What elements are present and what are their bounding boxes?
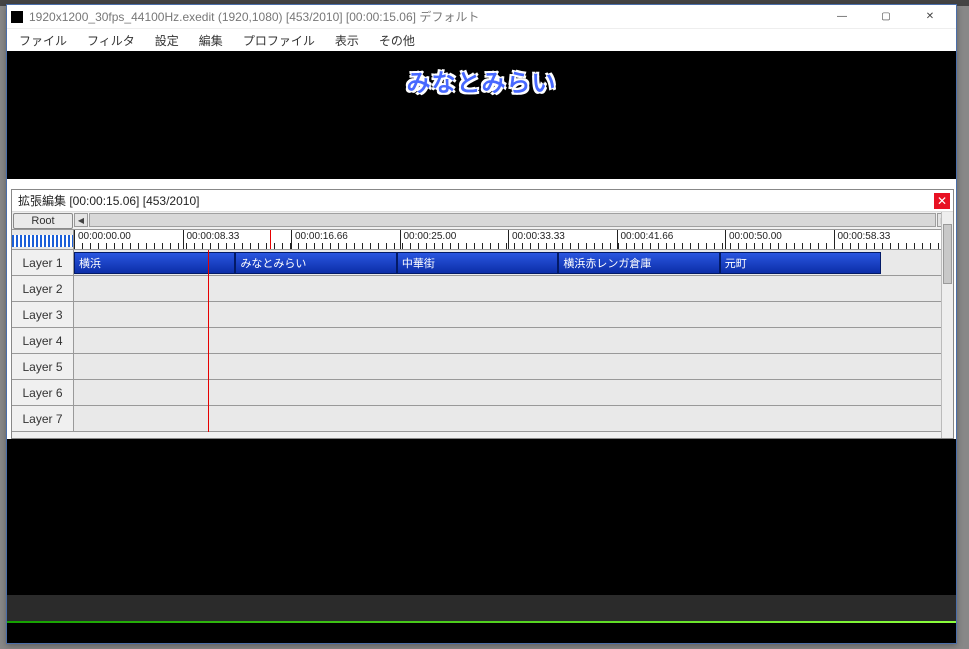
layer-row: Layer 6 [12,380,953,406]
timescale-row: 00:00:00.00 00:00:08.33 00:00:16.66 00:00:2… [12,230,953,250]
menu-file[interactable]: ファイル [11,30,75,51]
layer-row: Layer 4 [12,328,953,354]
timeline-clip[interactable]: 横浜赤レンガ倉庫 [558,252,719,274]
minimize-button[interactable]: ― [820,6,864,28]
playhead[interactable] [270,230,271,249]
status-bar [7,595,956,621]
layer-label[interactable]: Layer 3 [12,302,74,327]
timeline-title: 拡張編集 [00:00:15.06] [453/2010] [18,192,199,209]
layer-label[interactable]: Layer 7 [12,406,74,431]
timeline-clip[interactable]: 中華街 [397,252,558,274]
time-ruler[interactable]: 00:00:00.00 00:00:08.33 00:00:16.66 00:00:2… [74,230,953,249]
layer-row: Layer 5 [12,354,953,380]
menu-profile[interactable]: プロファイル [235,30,323,51]
ruler-label: 00:00:33.33 [512,231,565,242]
layer-track[interactable] [74,406,953,431]
layer-row: Layer 3 [12,302,953,328]
menubar: ファイル フィルタ 設定 編集 プロファイル 表示 その他 [7,29,956,51]
app-icon [11,11,23,23]
layer-track[interactable] [74,276,953,301]
ruler-label: 00:00:00.00 [78,231,131,242]
layer-row: Layer 2 [12,276,953,302]
root-button[interactable]: Root [13,213,73,229]
maximize-button[interactable]: ▢ [864,6,908,28]
close-icon: ✕ [937,195,947,207]
scale-stripes-icon [12,235,73,247]
titlebar[interactable]: 1920x1200_30fps_44100Hz.exedit (1920,108… [7,5,956,29]
layer-label[interactable]: Layer 1 [12,250,74,275]
ruler-label: 00:00:50.00 [729,231,782,242]
hscroll-left-arrow[interactable]: ◀ [74,213,88,227]
layer-track[interactable] [74,328,953,353]
menu-edit[interactable]: 編集 [191,30,231,51]
preview-overlay-text: みなとみらい [407,63,557,98]
ruler-label: 00:00:08.33 [187,231,240,242]
vscroll-thumb[interactable] [943,224,952,284]
track-area: Layer 1横浜みなとみらい中華街横浜赤レンガ倉庫元町Layer 2Layer… [12,250,953,432]
preview-lower-black [7,439,956,643]
timeline-panel: 拡張編集 [00:00:15.06] [453/2010] ✕ Root ◀ ▶ [11,189,954,439]
timeline-close-button[interactable]: ✕ [934,193,950,209]
menu-settings[interactable]: 設定 [147,30,187,51]
video-preview[interactable]: みなとみらい [7,51,956,179]
layer-label[interactable]: Layer 5 [12,354,74,379]
timeline-clip[interactable]: 横浜 [74,252,235,274]
timeline-header[interactable]: 拡張編集 [00:00:15.06] [453/2010] ✕ [12,190,953,212]
minimize-icon: ― [837,11,847,22]
close-icon: ✕ [926,11,934,22]
layer-track[interactable]: 横浜みなとみらい中華街横浜赤レンガ倉庫元町 [74,250,953,275]
layer-track[interactable] [74,354,953,379]
scale-indicator[interactable] [12,230,74,249]
layer-track[interactable] [74,302,953,327]
timeline-body: Root ◀ ▶ 00:00:00.00 00:00:08.33 00:00:16.… [12,212,953,438]
layer-row: Layer 7 [12,406,953,432]
timeline-vscroll[interactable] [941,212,953,438]
ruler-minor-ticks [74,243,952,249]
ruler-label: 00:00:41.66 [621,231,674,242]
root-row: Root ◀ ▶ [12,212,953,230]
layer-row: Layer 1横浜みなとみらい中華街横浜赤レンガ倉庫元町 [12,250,953,276]
layer-label[interactable]: Layer 2 [12,276,74,301]
timeline-hscroll[interactable]: ◀ ▶ [73,212,953,229]
layer-track[interactable] [74,380,953,405]
layer-label[interactable]: Layer 6 [12,380,74,405]
ruler-label: 00:00:25.00 [404,231,457,242]
layer-label[interactable]: Layer 4 [12,328,74,353]
ruler-label: 00:00:58.33 [838,231,891,242]
menu-other[interactable]: その他 [371,30,423,51]
timeline-clip[interactable]: みなとみらい [235,252,396,274]
maximize-icon: ▢ [881,11,890,22]
menu-view[interactable]: 表示 [327,30,367,51]
menu-filter[interactable]: フィルタ [79,30,143,51]
progress-line [7,621,956,623]
close-button[interactable]: ✕ [908,6,952,28]
window-title: 1920x1200_30fps_44100Hz.exedit (1920,108… [29,8,820,25]
hscroll-thumb[interactable] [89,213,936,227]
timeline-clip[interactable]: 元町 [720,252,881,274]
main-window: 1920x1200_30fps_44100Hz.exedit (1920,108… [6,4,957,644]
ruler-label: 00:00:16.66 [295,231,348,242]
playhead[interactable] [208,250,209,432]
